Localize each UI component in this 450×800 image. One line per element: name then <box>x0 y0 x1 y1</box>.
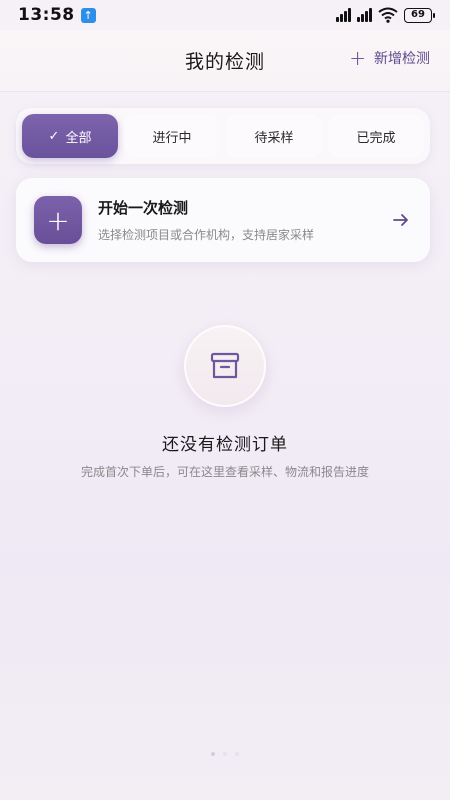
status-bar: 13:58 ↑ 69 <box>0 0 450 30</box>
tab-label: 已完成 <box>356 130 396 146</box>
tab-all[interactable]: ✓ 全部 <box>22 114 118 158</box>
tab-label: 进行中 <box>152 130 192 146</box>
start-card-title: 开始一次检测 <box>98 199 189 217</box>
archive-box-icon <box>210 352 240 379</box>
add-test-label: 新增检测 <box>374 51 430 67</box>
tab-completed[interactable]: 已完成 <box>328 114 424 158</box>
start-card-subtitle: 选择检测项目或合作机构，支持居家采样 <box>98 228 315 242</box>
empty-state-title: 还没有检测订单 <box>162 435 288 455</box>
tab-pending-sampling[interactable]: 待采样 <box>226 114 322 158</box>
page-indicator <box>0 752 450 756</box>
start-test-card[interactable]: + 开始一次检测 选择检测项目或合作机构，支持居家采样 <box>16 178 430 262</box>
upload-notification-icon: ↑ <box>80 7 96 23</box>
empty-state-subtitle: 完成首次下单后，可在这里查看采样、物流和报告进度 <box>80 465 369 479</box>
plus-icon: + <box>34 196 82 244</box>
wifi-icon <box>378 7 398 23</box>
clock: 13:58 <box>18 5 75 25</box>
signal-icon-2 <box>357 8 372 22</box>
filter-tabs: ✓ 全部 进行中 待采样 已完成 <box>16 108 430 164</box>
signal-icon <box>336 8 351 22</box>
start-card-text: 开始一次检测 选择检测项目或合作机构，支持居家采样 <box>98 197 392 243</box>
page-dot <box>211 752 215 756</box>
page-dot <box>223 752 227 756</box>
page-dot <box>235 752 239 756</box>
nav-bar: 我的检测 + 新增检测 <box>0 30 450 92</box>
check-icon: ✓ <box>48 128 60 144</box>
arrow-right-icon <box>393 214 408 226</box>
status-icons: 69 <box>336 7 435 23</box>
page-title: 我的检测 <box>184 51 265 73</box>
tab-label: 待采样 <box>254 130 294 146</box>
tab-in-progress[interactable]: 进行中 <box>124 114 220 158</box>
battery-icon: 69 <box>404 7 435 23</box>
add-test-button[interactable]: + 新增检测 <box>349 48 430 68</box>
plus-icon: + <box>349 46 366 70</box>
tab-label: 全部 <box>65 130 92 146</box>
empty-state-icon-circle <box>184 325 266 407</box>
